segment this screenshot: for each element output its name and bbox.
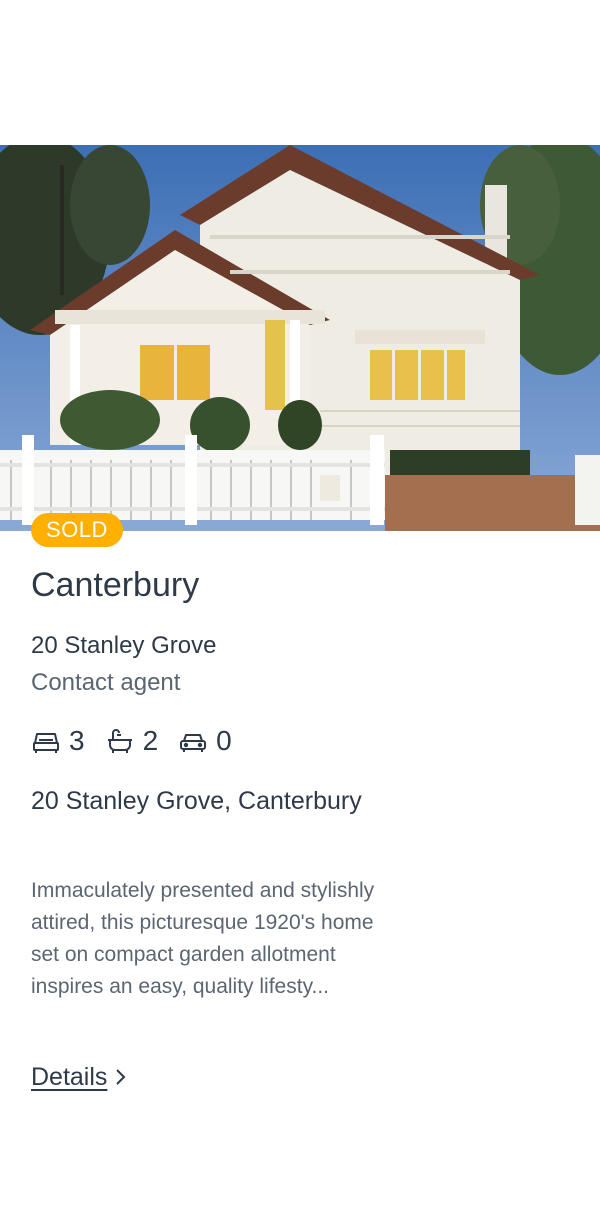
property-photo[interactable] xyxy=(0,145,600,531)
street-address: 20 Stanley Grove xyxy=(31,632,217,659)
house-image xyxy=(0,145,600,531)
bed-icon xyxy=(31,726,61,756)
bath-icon xyxy=(105,726,135,756)
details-link[interactable]: Details xyxy=(31,1060,129,1094)
feature-car-spaces: 0 xyxy=(178,725,232,757)
property-card[interactable]: SOLD Canterbury 20 Stanley Grove Contact… xyxy=(0,0,600,1212)
property-description: Immaculately presented and stylishly att… xyxy=(31,879,375,998)
details-label: Details xyxy=(31,1063,108,1091)
bedrooms-count: 3 xyxy=(69,725,85,756)
car-icon xyxy=(178,726,208,756)
chevron-right-icon xyxy=(111,1066,129,1088)
car-spaces-count: 0 xyxy=(216,725,232,756)
full-address: 20 Stanley Grove, Canterbury xyxy=(31,787,362,815)
page: SOLD Canterbury 20 Stanley Grove Contact… xyxy=(0,0,600,1212)
feature-bedrooms: 3 xyxy=(31,725,85,757)
suburb-title: Canterbury xyxy=(31,566,200,604)
bathrooms-count: 2 xyxy=(142,725,159,756)
status-badge: SOLD xyxy=(31,513,123,547)
price-text: Contact agent xyxy=(31,669,181,696)
feature-bathrooms: 2 xyxy=(105,725,159,757)
property-features: 3 2 0 xyxy=(31,722,252,760)
